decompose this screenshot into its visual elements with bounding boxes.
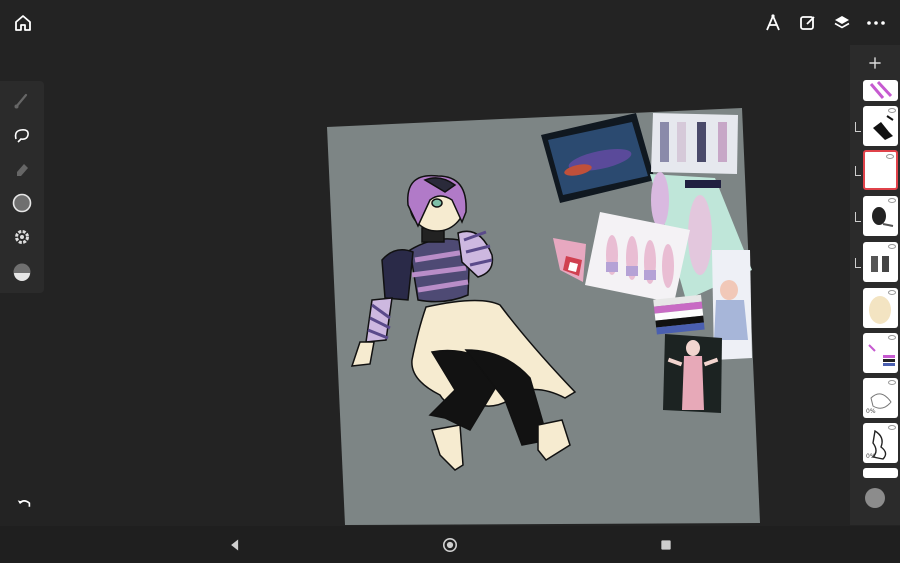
- more-icon[interactable]: [863, 10, 889, 36]
- left-toolbar: [0, 81, 44, 293]
- color-ring-icon[interactable]: [9, 190, 35, 216]
- layer-thumbnail[interactable]: [863, 106, 898, 146]
- layer-link-icon: [855, 258, 861, 268]
- layer-link-icon: [855, 166, 861, 176]
- layer-thumbnail[interactable]: [863, 468, 898, 478]
- layer-thumbnail[interactable]: [863, 196, 898, 236]
- layer-link-icon: [855, 122, 861, 132]
- visibility-icon[interactable]: [886, 154, 894, 159]
- layer-opacity-label: 0%: [866, 453, 876, 460]
- system-nav-bar: [0, 526, 900, 563]
- visibility-icon[interactable]: [888, 290, 896, 295]
- eraser-icon[interactable]: [9, 156, 35, 182]
- layer-thumbnail[interactable]: [863, 80, 898, 101]
- layer-thumbnail-selected[interactable]: [863, 150, 898, 190]
- home-nav-icon[interactable]: [441, 536, 459, 554]
- visibility-icon[interactable]: [888, 108, 896, 113]
- brush-color-swatch[interactable]: [865, 488, 885, 508]
- brush-icon[interactable]: [9, 88, 35, 114]
- drawing-app: 0% 0%: [0, 0, 900, 563]
- settings-icon[interactable]: [9, 224, 35, 250]
- visibility-icon[interactable]: [888, 335, 896, 340]
- home-icon[interactable]: [10, 10, 36, 36]
- layers-icon[interactable]: [829, 10, 855, 36]
- layer-thumbnail[interactable]: [863, 242, 898, 282]
- opacity-icon[interactable]: [9, 259, 35, 285]
- undo-icon[interactable]: [12, 492, 36, 516]
- layer-thumbnail[interactable]: 0%: [863, 423, 898, 463]
- character-drawing: [350, 174, 577, 471]
- edit-square-icon[interactable]: [795, 10, 821, 36]
- visibility-icon[interactable]: [888, 244, 896, 249]
- recents-icon[interactable]: [657, 536, 675, 554]
- layer-thumbnail[interactable]: [863, 288, 898, 328]
- layer-thumbnail[interactable]: 0%: [863, 378, 898, 418]
- layer-link-icon: [855, 212, 861, 222]
- add-layer-button[interactable]: [864, 52, 886, 74]
- canvas-paper: [327, 108, 760, 525]
- drawing-canvas[interactable]: [0, 0, 900, 563]
- visibility-icon[interactable]: [888, 425, 896, 430]
- layer-opacity-label: 0%: [866, 408, 876, 415]
- reference-collage: [541, 113, 752, 413]
- back-icon[interactable]: [226, 536, 244, 554]
- ruler-compass-icon[interactable]: [760, 10, 786, 36]
- visibility-icon[interactable]: [888, 380, 896, 385]
- layer-thumbnail[interactable]: [863, 333, 898, 373]
- visibility-icon[interactable]: [888, 198, 896, 203]
- lasso-icon[interactable]: [9, 122, 35, 148]
- flag: [653, 294, 705, 335]
